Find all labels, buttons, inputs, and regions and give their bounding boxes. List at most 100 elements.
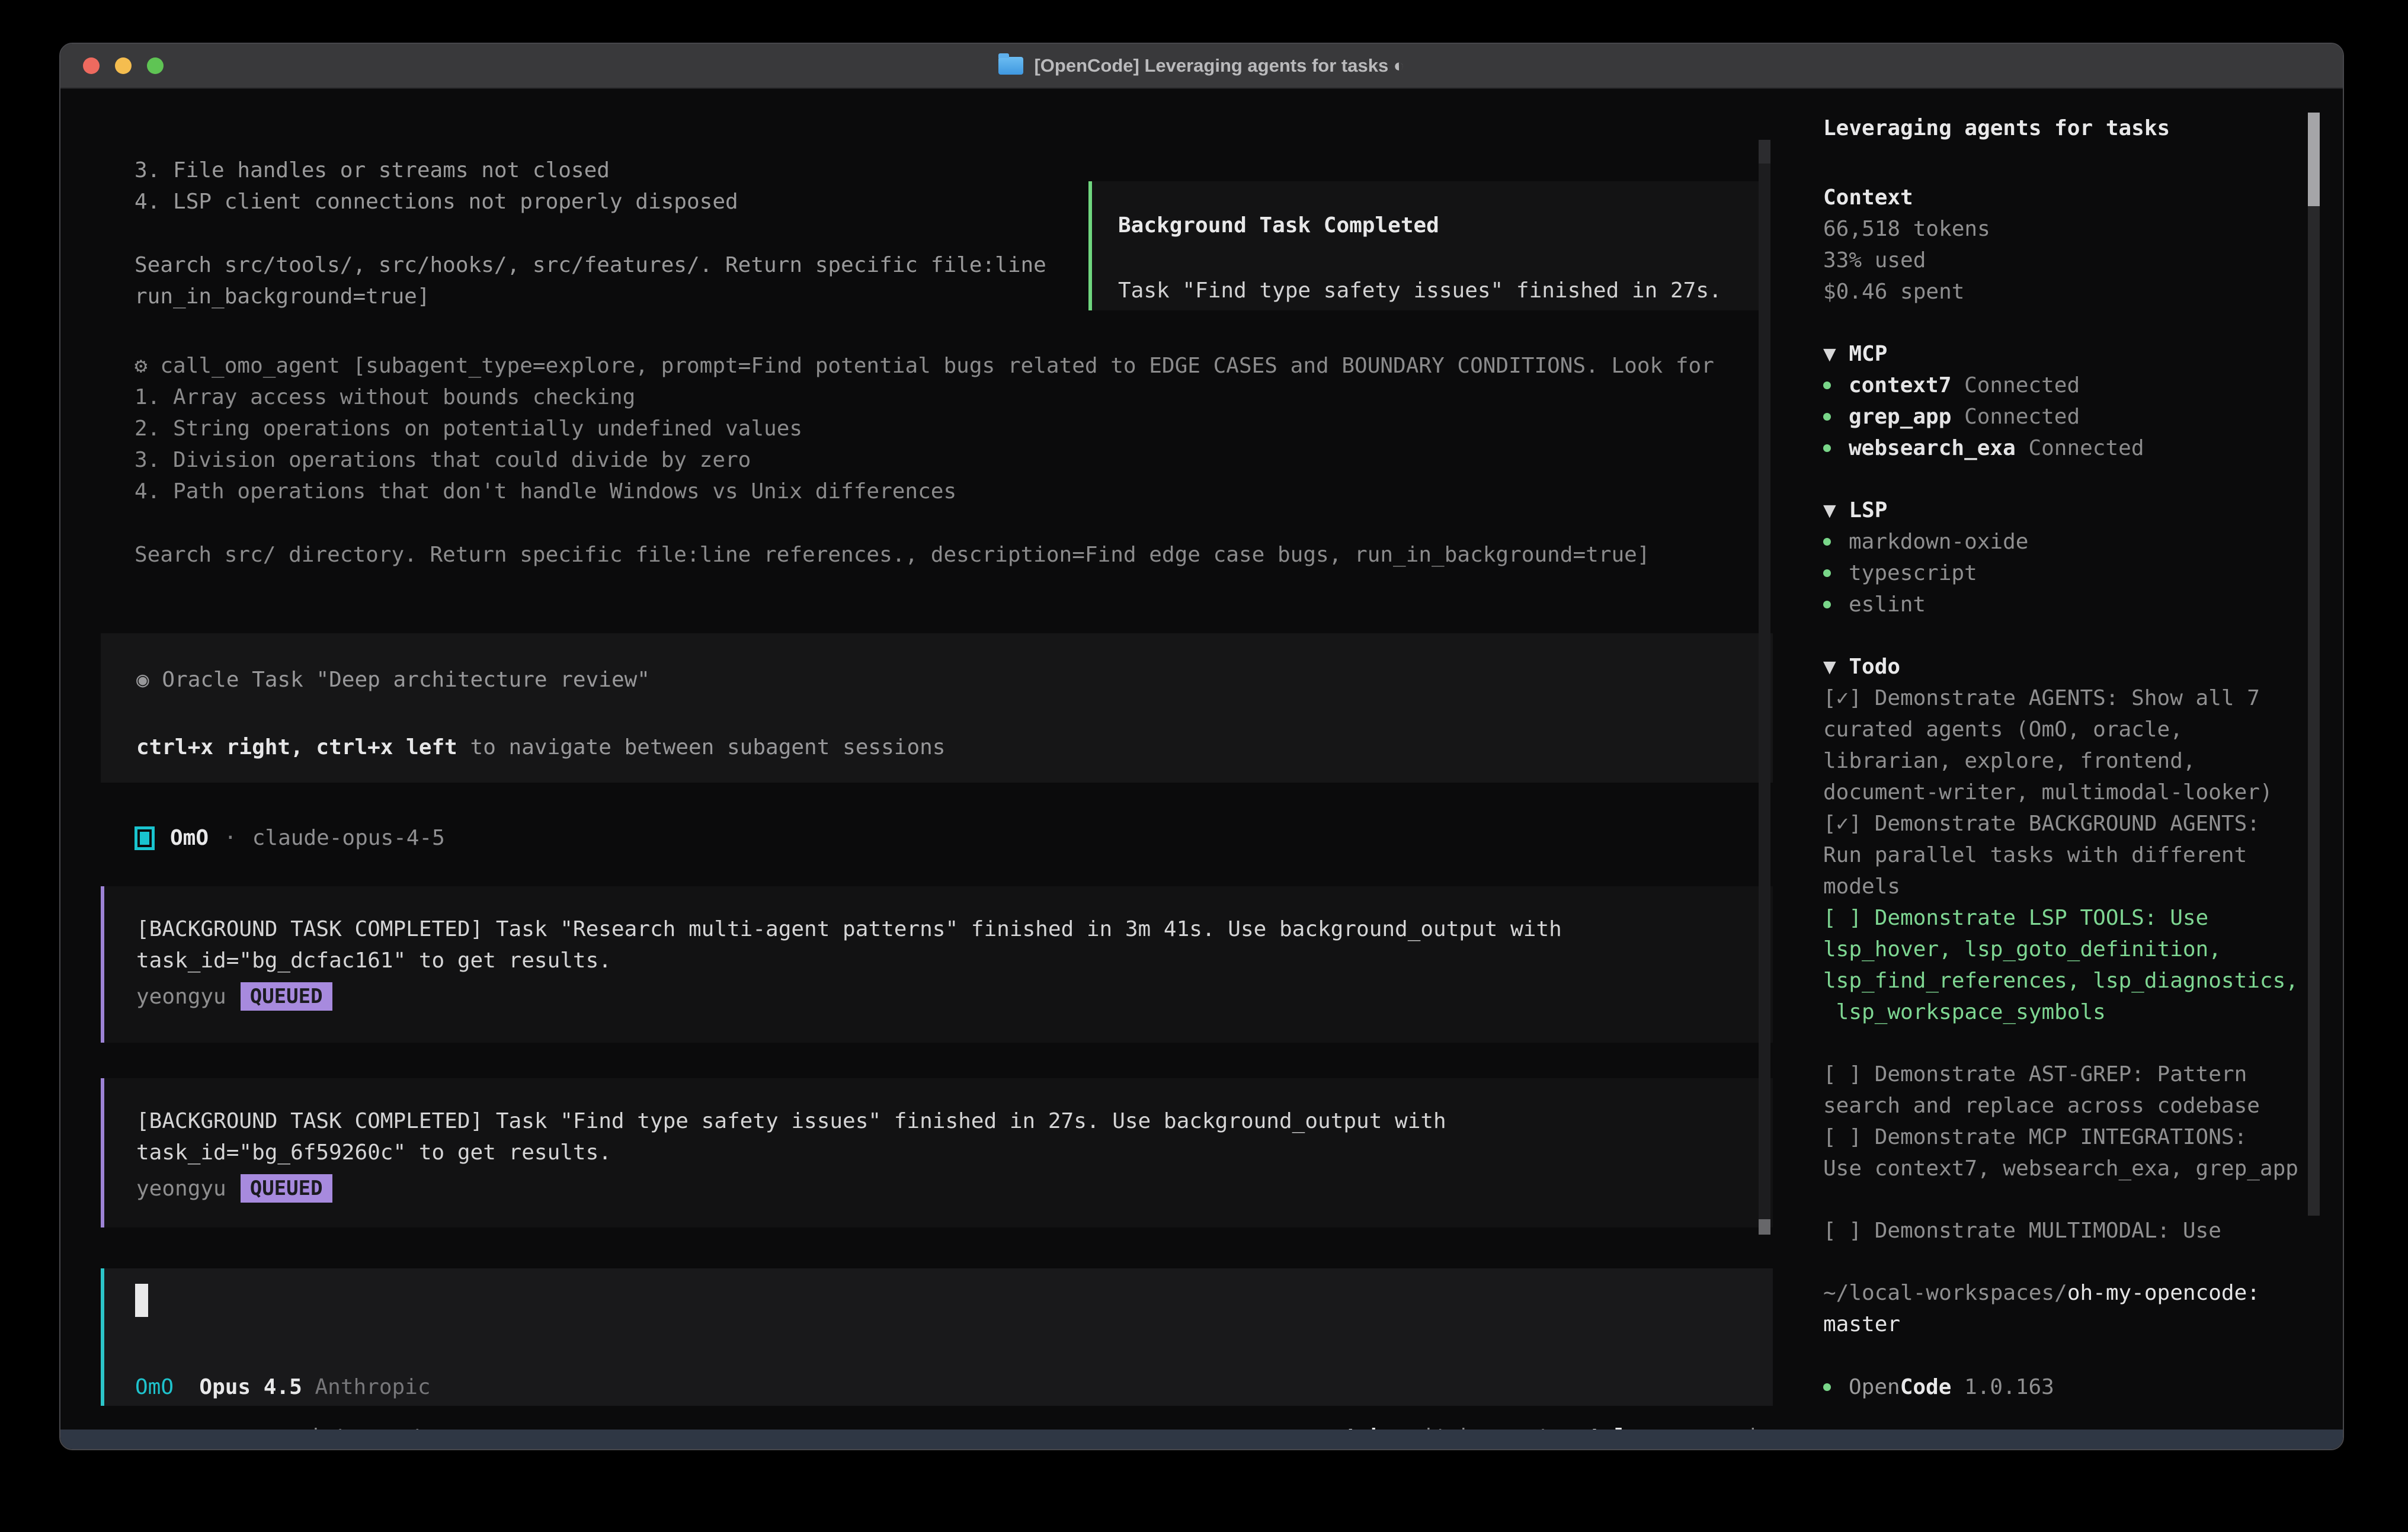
queued-message: [BACKGROUND TASK COMPLETED] Task "Find t… [101,1078,1773,1227]
status-dot-icon [1823,444,1831,452]
terminal-output-paragraph: 3. File handles or streams not closed 4.… [135,155,738,217]
minimize-button[interactable] [115,57,132,74]
status-badge: QUEUED [241,1174,332,1203]
oracle-task-title: Oracle Task "Deep architecture review" [149,668,650,692]
message-author: yeongyu [136,985,226,1009]
tool-call-item: 1. Array access without bounds checking [135,382,1714,413]
oracle-task-title-line: ◉ Oracle Task "Deep architecture review" [136,664,1773,696]
chat-scrollbar-top[interactable] [1759,140,1770,164]
tool-call-item: 4. Path operations that don't handle Win… [135,476,1714,507]
message-line: task_id="bg_6f59260c" to get results. [136,1137,1773,1168]
sidebar: Leveraging agents for tasks Context 66,5… [1785,88,2344,1428]
lsp-heading-label: LSP [1849,498,1887,523]
agent-session-row[interactable]: OmO · claude-opus-4-5 [135,822,445,854]
traffic-lights [83,44,164,88]
path-prefix: ~/local-workspaces/ [1823,1281,2067,1305]
message-line: [BACKGROUND TASK COMPLETED] Task "Find t… [136,1105,1773,1137]
record-icon: ◉ [136,668,149,692]
todo-line: search and replace across codebase [1823,1090,2344,1121]
input-agent: OmO [135,1375,174,1400]
terminal-output-paragraph: Search src/tools/, src/hooks/, src/featu… [135,249,1046,312]
lsp-item: markdown-oxide [1823,526,2344,557]
app-window: [OpenCode] Leveraging agents for tasks ◐… [59,43,2344,1450]
todo-line-active: lsp_workspace_symbols [1823,996,2344,1028]
message-meta-row: yeongyu QUEUED [136,1174,1773,1203]
separator-dot: · [224,826,237,850]
mcp-heading-label: MCP [1849,342,1887,366]
path-repo: oh-my-opencode: [2067,1281,2260,1305]
mcp-item: grep_app Connected [1823,401,2344,432]
background-task-notification: Background Task Completed Task "Find typ… [1088,181,1769,310]
window-title: [OpenCode] Leveraging agents for tasks ◐ [1034,55,1404,76]
gear-icon: ⚙ [135,354,148,378]
status-dot-icon [1823,601,1831,608]
todo-section-pending: [ ] Demonstrate AST-GREP: Pattern search… [1823,1059,2344,1184]
chat-scrollbar-thumb[interactable] [1759,1219,1770,1235]
mcp-name: grep_app [1849,401,1951,432]
session-title: Leveraging agents for tasks [1823,113,2344,144]
notification-body: Task "Find type safety issues" finished … [1118,275,1766,306]
lsp-name: eslint [1849,589,1926,620]
oracle-hint-line: ctrl+x right, ctrl+x left to navigate be… [136,732,1773,763]
context-tokens: 66,518 tokens [1823,213,2344,245]
mcp-name: websearch_exa [1849,432,2016,464]
mcp-name: context7 [1849,370,1951,401]
mcp-status: Connected [2016,432,2144,464]
app-name-prefix: Open [1849,1371,1900,1403]
screen: [OpenCode] Leveraging agents for tasks ◐… [0,0,2408,1532]
lsp-section: ▼ LSP markdown-oxide typescript eslint [1823,495,2344,620]
prompt-input[interactable]: OmO Opus 4.5 Anthropic [101,1268,1773,1406]
status-dot-icon [1823,1383,1831,1391]
oracle-task-panel[interactable]: ◉ Oracle Task "Deep architecture review"… [101,633,1773,783]
mcp-item: context7 Connected [1823,370,2344,401]
todo-heading[interactable]: ▼ Todo [1823,651,2344,682]
todo-line: [✓] Demonstrate BACKGROUND AGENTS: [1823,808,2344,839]
shortcut-keys: ctrl+x right, ctrl+x left [136,735,457,759]
mcp-heading[interactable]: ▼ MCP [1823,338,2344,370]
chevron-down-icon: ▼ [1823,342,1849,366]
shortcut-hint: to navigate between subagent sessions [457,735,946,759]
sidebar-scrollbar-thumb[interactable] [2308,113,2320,206]
todo-line-active: lsp_find_references, lsp_diagnostics, [1823,965,2344,996]
status-dot-icon [1823,538,1831,546]
todo-line: models [1823,871,2344,902]
git-branch: master [1823,1309,2344,1340]
maximize-button[interactable] [147,57,164,74]
close-button[interactable] [83,57,100,74]
status-dot-icon [1823,382,1831,389]
tool-call-footer: Search src/ directory. Return specific f… [135,539,1714,571]
app-version: 1.0.163 [1951,1371,2054,1403]
lsp-name: markdown-oxide [1849,526,2028,557]
terminal-line: run_in_background=true] [135,281,1046,312]
message-line: [BACKGROUND TASK COMPLETED] Task "Resear… [136,914,1773,945]
chevron-down-icon: ▼ [1823,498,1849,523]
context-used: 33% used [1823,245,2344,276]
queued-message: [BACKGROUND TASK COMPLETED] Task "Resear… [101,886,1773,1043]
context-spent: $0.46 spent [1823,276,2344,307]
todo-heading-label: Todo [1849,655,1900,679]
input-provider: Anthropic [315,1375,430,1400]
message-author: yeongyu [136,1177,226,1201]
chevron-down-icon: ▼ [1823,655,1849,679]
input-meta-row: OmO Opus 4.5 Anthropic [135,1375,431,1400]
todo-line: [✓] Demonstrate AGENTS: Show all 7 [1823,682,2344,714]
tool-call-block: ⚙ call_omo_agent [subagent_type=explore,… [135,350,1714,571]
todo-line: document-writer, multimodal-looker) [1823,777,2344,808]
lsp-heading[interactable]: ▼ LSP [1823,495,2344,526]
folder-icon [998,57,1023,75]
mcp-section: ▼ MCP context7 Connected grep_app Connec… [1823,338,2344,464]
workspace-path-block: ~/local-workspaces/oh-my-opencode: maste… [1823,1277,2344,1340]
tool-call-item: 2. String operations on potentially unde… [135,413,1714,444]
chat-scrollbar[interactable] [1759,140,1770,1235]
tool-call-header: ⚙ call_omo_agent [subagent_type=explore,… [135,350,1714,382]
app-name: Code [1900,1371,1952,1403]
window-footer [60,1430,2343,1449]
todo-section: ▼ Todo [✓] Demonstrate AGENTS: Show all … [1823,651,2344,1028]
sidebar-scrollbar[interactable] [2308,113,2320,1216]
message-line: task_id="bg_dcfac161" to get results. [136,945,1773,976]
terminal-line: 4. LSP client connections not properly d… [135,186,738,217]
todo-line-active: lsp_hover, lsp_goto_definition, [1823,934,2344,965]
todo-line: Run parallel tasks with different [1823,839,2344,871]
lsp-name: typescript [1849,557,1977,589]
mcp-status: Connected [1951,370,2080,401]
